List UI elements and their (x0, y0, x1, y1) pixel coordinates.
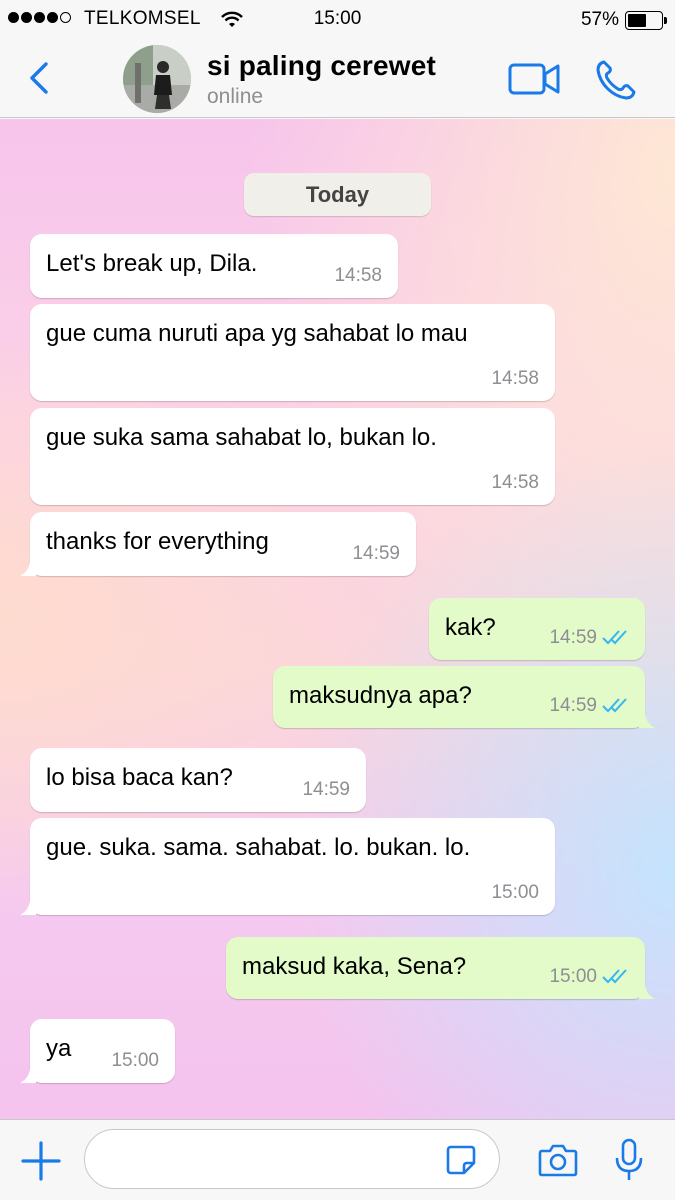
status-bar: TELKOMSEL 15:00 57% (0, 0, 675, 40)
double-check-icon (602, 630, 627, 645)
message-bubble-outgoing[interactable]: maksudnya apa? 14:59 (273, 666, 655, 728)
message-bubble-outgoing[interactable]: kak? 14:59 (429, 598, 645, 660)
bubble-tail (639, 985, 655, 999)
message-time: 14:58 (334, 265, 382, 286)
message-bubble-incoming[interactable]: lo bisa baca kan? 14:59 (30, 748, 366, 812)
message-time: 15:00 (491, 882, 539, 903)
bubble-tail (20, 1069, 36, 1083)
message-composer (0, 1119, 675, 1200)
chevron-left-icon[interactable] (22, 58, 58, 98)
phone-icon[interactable] (594, 58, 638, 102)
bubble-tail (20, 901, 36, 915)
video-camera-icon[interactable] (508, 62, 560, 96)
message-bubble-incoming[interactable]: gue suka sama sahabat lo, bukan lo. 14:5… (30, 408, 555, 505)
message-text: gue. suka. sama. sahabat. lo. bukan. lo. (46, 834, 471, 861)
avatar[interactable] (123, 45, 191, 113)
message-bubble-incoming[interactable]: Let's break up, Dila. 14:58 (30, 234, 398, 298)
message-time: 14:58 (491, 472, 539, 493)
contact-status: online (207, 85, 264, 108)
battery-icon (625, 11, 667, 30)
message-bubble-incoming[interactable]: ya 15:00 (20, 1019, 175, 1083)
message-time: 14:59 (549, 627, 597, 648)
date-divider: Today (244, 173, 431, 216)
sticker-icon[interactable] (445, 1144, 477, 1176)
message-time: 14:59 (302, 779, 350, 800)
message-bubble-incoming[interactable]: thanks for everything 14:59 (20, 512, 416, 576)
message-text: Let's break up, Dila. (46, 250, 258, 277)
message-time: 15:00 (111, 1050, 159, 1071)
contact-name[interactable]: si paling cerewet (207, 50, 436, 82)
double-check-icon (602, 969, 627, 984)
battery-percent: 57% (580, 9, 619, 30)
message-time: 14:58 (491, 368, 539, 389)
chat-header: si paling cerewet online (0, 40, 675, 118)
message-time: 14:59 (549, 695, 597, 716)
message-text: thanks for everything (46, 528, 269, 555)
message-bubble-incoming[interactable]: gue. suka. sama. sahabat. lo. bukan. lo.… (20, 818, 555, 915)
bubble-tail (20, 562, 36, 576)
message-text: gue cuma nuruti apa yg sahabat lo mau (46, 320, 468, 347)
message-text: gue suka sama sahabat lo, bukan lo. (46, 424, 437, 451)
microphone-icon[interactable] (614, 1138, 644, 1182)
message-time: 14:59 (352, 543, 400, 564)
message-bubble-incoming[interactable]: gue cuma nuruti apa yg sahabat lo mau 14… (30, 304, 555, 401)
message-time: 15:00 (549, 966, 597, 987)
status-time: 15:00 (313, 8, 362, 29)
camera-icon[interactable] (538, 1142, 578, 1178)
message-bubble-outgoing[interactable]: maksud kaka, Sena? 15:00 (226, 937, 655, 999)
message-input[interactable] (84, 1129, 500, 1189)
bubble-tail (639, 714, 655, 728)
chat-area: Today Let's break up, Dila. 14:58 gue cu… (0, 119, 675, 1119)
double-check-icon (602, 698, 627, 713)
plus-icon[interactable] (20, 1140, 62, 1182)
